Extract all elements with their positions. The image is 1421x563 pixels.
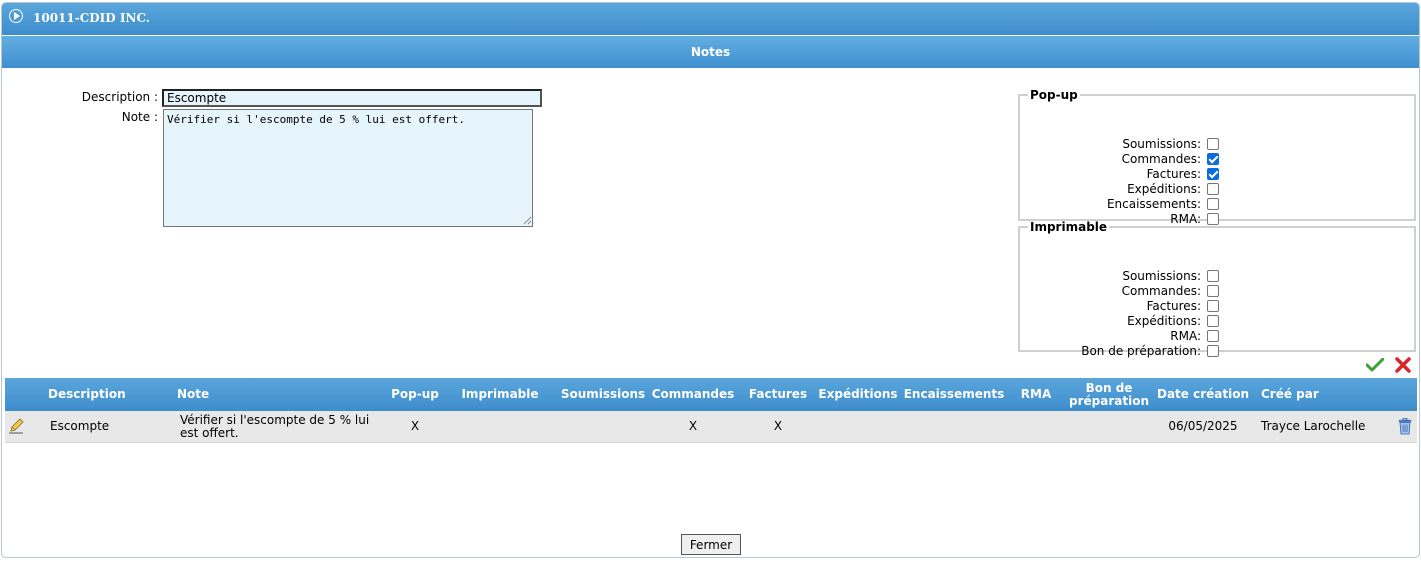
cell-bon-preparation <box>1068 411 1150 442</box>
printable-row: RMA: <box>1170 328 1219 343</box>
printable-checkbox[interactable] <box>1207 269 1219 282</box>
printable-label: RMA: <box>1170 328 1201 343</box>
notes-window: 10011-CDID INC. Notes Description : Note… <box>1 2 1420 558</box>
note-textarea[interactable]: Vérifier si l'escompte de 5 % lui est of… <box>163 109 533 227</box>
popup-row: Soumissions: <box>1122 136 1219 151</box>
cell-note: Vérifier si l'escompte de 5 % lui est of… <box>180 412 370 440</box>
printable-checkbox[interactable] <box>1207 314 1219 327</box>
popup-fieldset: Pop-up Soumissions: Commandes: Factures: Ex… <box>1018 88 1416 226</box>
popup-checkbox[interactable] <box>1207 152 1219 165</box>
popup-legend: Pop-up <box>1030 88 1078 102</box>
close-button[interactable]: Fermer <box>681 534 741 555</box>
popup-label: Commandes: <box>1121 151 1201 166</box>
popup-row: Encaissements: <box>1107 196 1219 211</box>
printable-label: Commandes: <box>1121 283 1201 298</box>
printable-row: Soumissions: <box>1122 268 1219 283</box>
cell-description: Escompte <box>50 419 110 433</box>
cell-rma <box>1015 411 1057 442</box>
printable-row: Commandes: <box>1122 283 1219 298</box>
popup-label: Expéditions: <box>1127 181 1201 196</box>
col-header-soumissions[interactable]: Soumissions <box>560 378 646 411</box>
printable-label: Soumissions: <box>1122 268 1201 283</box>
edit-pencil-icon[interactable] <box>8 418 24 434</box>
cell-encaissements <box>905 411 1003 442</box>
col-header-date-creation[interactable]: Date création <box>1157 378 1249 411</box>
col-header-description[interactable]: Description <box>48 378 148 411</box>
printable-label: Factures: <box>1146 298 1201 313</box>
col-header-bon-preparation[interactable]: Bon de préparation <box>1068 378 1150 411</box>
col-header-expeditions[interactable]: Expéditions <box>818 378 898 411</box>
cell-soumissions <box>560 411 646 442</box>
resize-grip-icon[interactable] <box>522 215 532 225</box>
popup-label: Encaissements: <box>1106 196 1201 211</box>
printable-label: Expéditions: <box>1127 313 1201 328</box>
popup-row: Expéditions: <box>1127 181 1219 196</box>
description-label: Description : <box>81 90 158 104</box>
cell-factures: X <box>773 419 783 433</box>
col-header-rma[interactable]: RMA <box>1015 378 1057 411</box>
printable-fieldset: Imprimable Soumissions: Commandes: Facture… <box>1018 220 1416 358</box>
col-header-encaissements[interactable]: Encaissements <box>904 378 1005 411</box>
cell-date-creation: 06/05/2025 <box>1168 419 1238 433</box>
popup-label: Soumissions: <box>1122 136 1201 151</box>
col-header-imprimable[interactable]: Imprimable <box>457 378 543 411</box>
table-row[interactable]: Escompte Vérifier si l'escompte de 5 % l… <box>5 411 1417 443</box>
popup-row: Commandes: <box>1122 151 1219 166</box>
printable-row: Factures: <box>1147 298 1219 313</box>
col-header-commandes[interactable]: Commandes <box>652 378 735 411</box>
col-header-factures[interactable]: Factures <box>745 378 811 411</box>
printable-checkbox[interactable] <box>1207 299 1219 312</box>
popup-checkbox[interactable] <box>1207 167 1219 180</box>
title-bar: 10011-CDID INC. <box>2 3 1419 35</box>
printable-checkbox[interactable] <box>1207 344 1219 357</box>
printable-checkbox[interactable] <box>1207 329 1219 342</box>
section-title: Notes <box>690 45 731 59</box>
popup-row: Factures: <box>1147 166 1219 181</box>
popup-checkbox[interactable] <box>1207 197 1219 210</box>
col-header-note[interactable]: Note <box>177 378 277 411</box>
cell-imprimable <box>457 411 543 442</box>
cell-expeditions <box>818 411 898 442</box>
printable-legend: Imprimable <box>1030 220 1108 234</box>
printable-row: Expéditions: <box>1127 313 1219 328</box>
cancel-x-icon[interactable] <box>1394 356 1412 374</box>
printable-label: Bon de préparation: <box>1081 343 1201 358</box>
window-title: 10011-CDID INC. <box>33 11 150 25</box>
notes-table-header: Description Note Pop-up Imprimable Soumi… <box>5 378 1417 411</box>
cell-cree-par: Trayce Larochelle <box>1261 419 1366 433</box>
cell-commandes: X <box>688 419 698 433</box>
printable-row: Bon de préparation: <box>1081 343 1219 358</box>
note-label: Note : <box>121 110 158 124</box>
confirm-check-icon[interactable] <box>1366 358 1384 372</box>
col-header-popup[interactable]: Pop-up <box>385 378 445 411</box>
popup-label: Factures: <box>1146 166 1201 181</box>
description-input[interactable] <box>162 89 542 107</box>
popup-checkbox[interactable] <box>1207 137 1219 150</box>
delete-trash-icon[interactable] <box>1398 418 1412 435</box>
printable-checkbox[interactable] <box>1207 284 1219 297</box>
cell-popup: X <box>410 419 420 433</box>
popup-checkbox[interactable] <box>1207 182 1219 195</box>
col-header-cree-par[interactable]: Créé par <box>1261 378 1361 411</box>
section-header: Notes <box>2 36 1419 68</box>
expand-arrow-icon[interactable] <box>9 9 23 23</box>
